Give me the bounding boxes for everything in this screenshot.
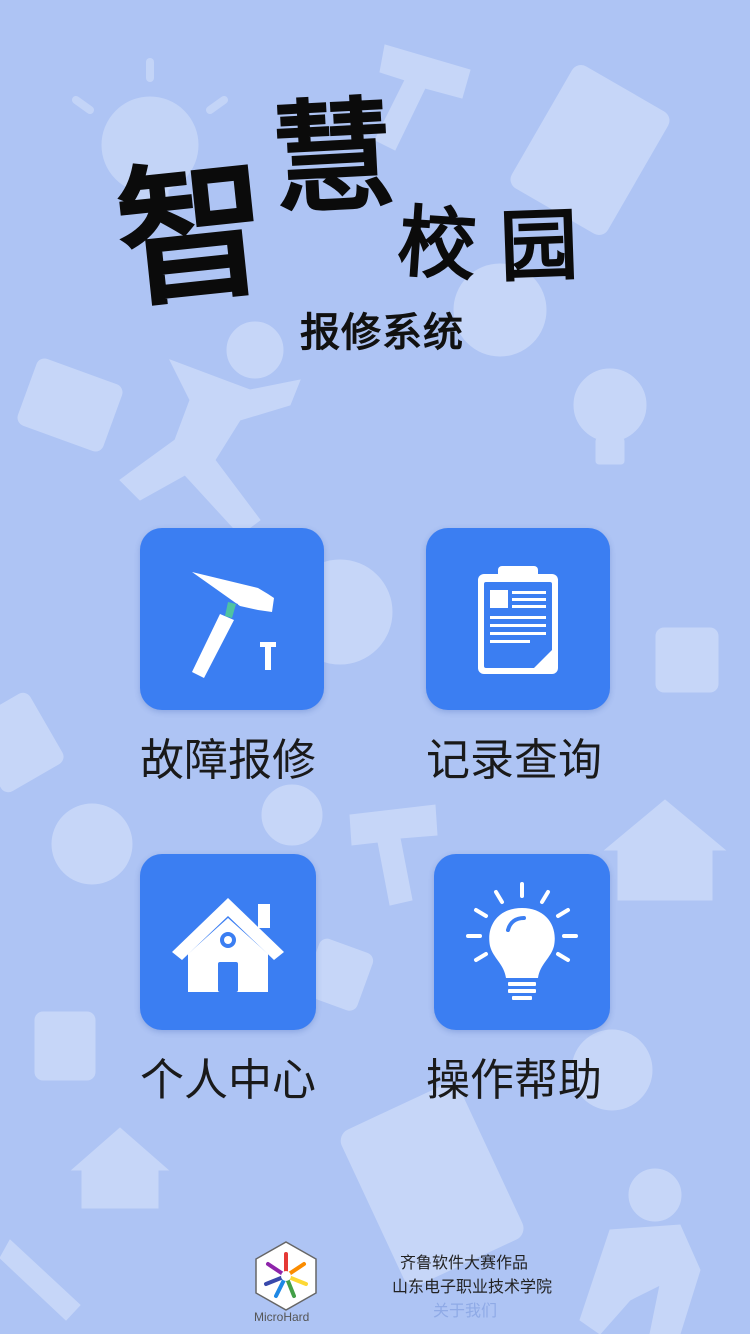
bg-hammer-icon-3 [0,1239,81,1321]
app-screen: 智 慧 校 园 报修系统 故障报修 记录查询 个人中心 操作帮助 MicroHa… [0,0,750,1334]
bg-gear-icon-3 [51,803,133,885]
help-tile[interactable] [434,854,610,1030]
bg-hammer-icon-2 [349,804,438,906]
title-char-2: 慧 [268,81,398,233]
footer-competition-text: 齐鲁软件大赛作品 [400,1253,529,1272]
bg-notepad-icon-3 [34,1011,96,1081]
bg-lightbulb-icon-3 [261,784,323,846]
lightbulb-icon [466,882,578,1000]
menu-profile-label[interactable]: 个人中心 [140,1044,316,1108]
clipboard-icon [478,566,558,674]
title-char-3: 校 [394,196,480,293]
bg-house-icon [603,799,727,901]
bg-notepad-icon-2 [0,692,64,793]
records-tile[interactable] [426,528,610,710]
logo-text: MicroHard [254,1310,310,1324]
house-icon [172,898,284,992]
bg-lightbulb-icon-2 [573,368,647,465]
footer-school-text: 山东电子职业技术学院 [392,1277,553,1296]
title-char-4: 园 [498,199,580,294]
bg-runner-icon [17,321,301,536]
bg-runner-icon-2 [579,1168,701,1334]
profile-tile[interactable] [140,854,316,1030]
repair-tile[interactable] [140,528,324,710]
bg-notepad-icon [655,627,719,693]
bg-house-icon-2 [70,1127,170,1209]
title-char-1: 智 [109,139,271,331]
hammer-nail-icon [192,572,276,678]
about-us-link[interactable]: 关于我们 [433,1297,497,1321]
subtitle: 报修系统 [300,310,464,356]
menu-repair-label[interactable]: 故障报修 [140,724,316,788]
microhard-logo [255,1241,317,1311]
menu-help-label[interactable]: 操作帮助 [426,1044,602,1108]
menu-records-label[interactable]: 记录查询 [426,724,602,788]
